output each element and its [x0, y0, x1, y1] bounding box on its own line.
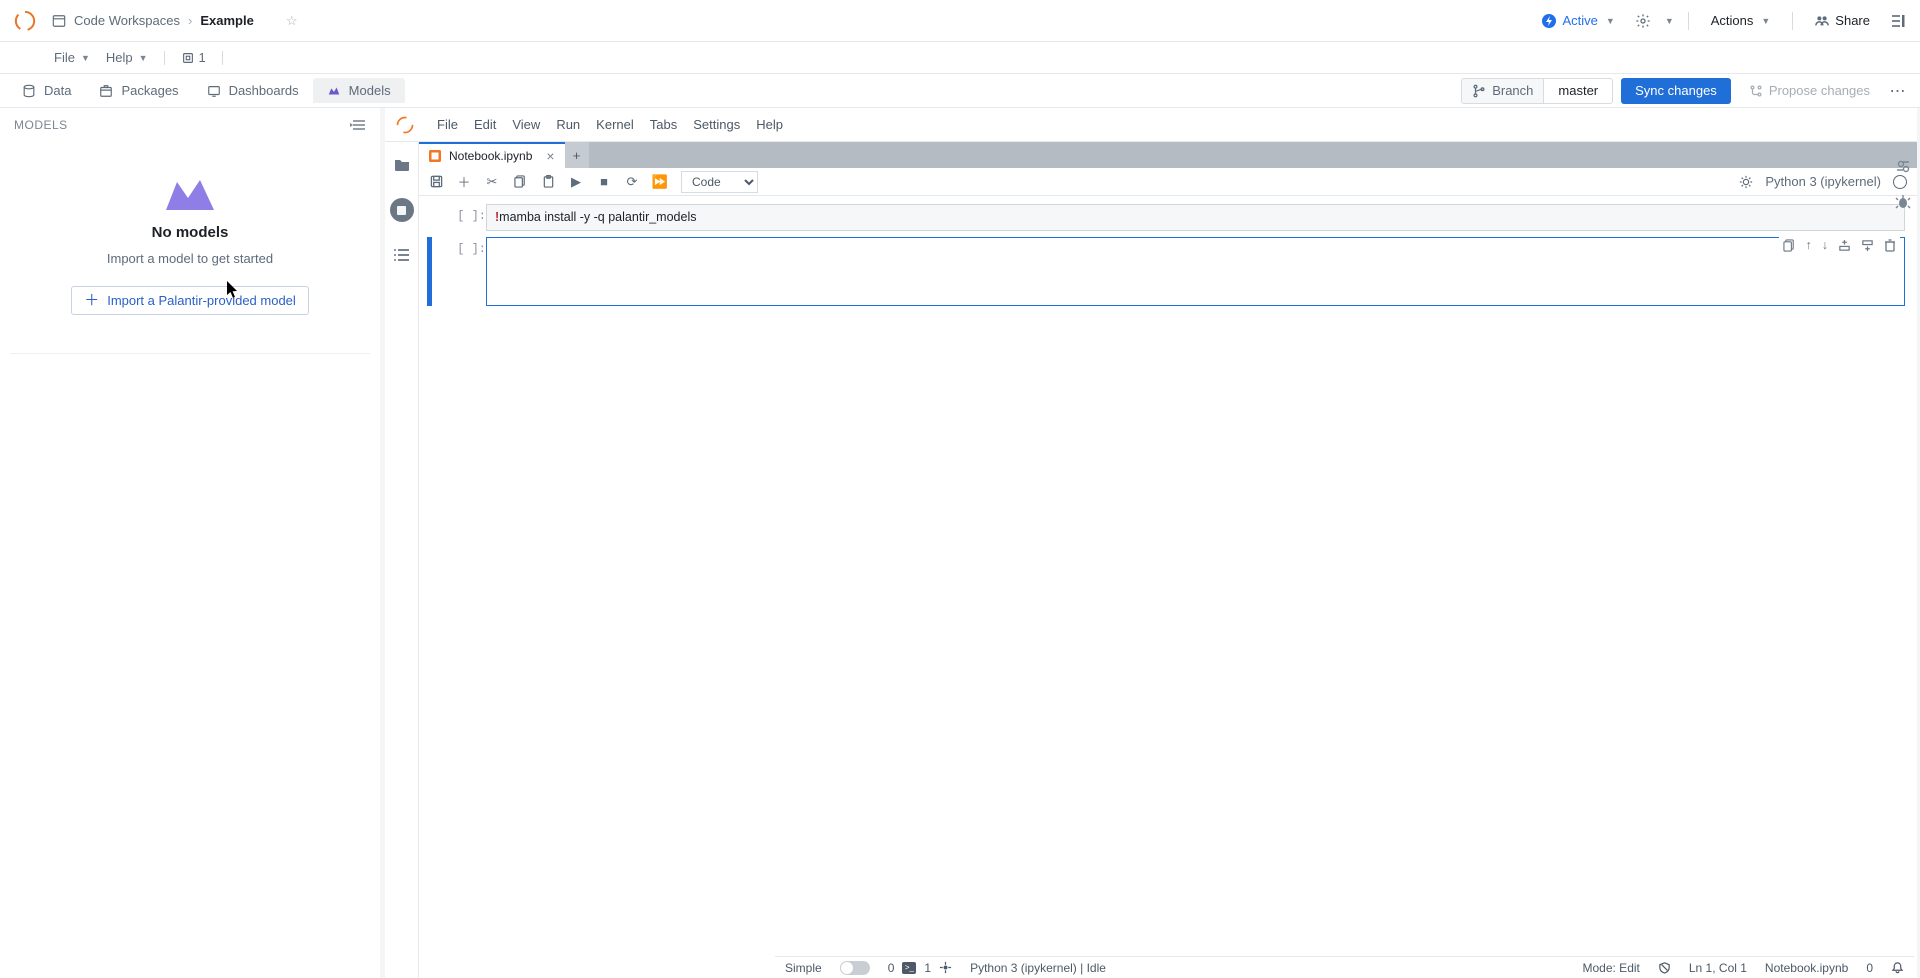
import-model-button[interactable]: ＋ Import a Palantir-provided model: [71, 286, 309, 315]
chip-icon: [181, 51, 195, 65]
move-down-icon[interactable]: ↓: [1822, 238, 1828, 252]
status-active[interactable]: Active▼: [1534, 9, 1622, 32]
branch-icon: [1472, 84, 1486, 98]
restart-icon[interactable]: ⟳: [625, 175, 639, 189]
collapse-panel-icon[interactable]: [350, 118, 366, 132]
copy-icon[interactable]: [513, 175, 527, 189]
simple-toggle[interactable]: [840, 961, 870, 975]
package-icon: [99, 84, 113, 98]
code-cell[interactable]: [ ]: !mamba install -y -q palantir_model…: [427, 204, 1905, 231]
move-up-icon[interactable]: ↑: [1806, 238, 1812, 252]
cell-code[interactable]: ↑ ↓: [486, 237, 1905, 306]
stop-icon[interactable]: ■: [597, 175, 611, 189]
workspace-icon: [52, 14, 66, 28]
bell-icon[interactable]: [1891, 961, 1904, 974]
database-icon: [22, 84, 36, 98]
cell-type-select[interactable]: Code: [681, 171, 758, 193]
run-all-icon[interactable]: ⏩: [653, 175, 667, 189]
mode-text: Mode: Edit: [1583, 961, 1640, 975]
cell-code[interactable]: !mamba install -y -q palantir_models: [486, 204, 1905, 231]
debugger-icon[interactable]: [1895, 194, 1911, 210]
one-count: 1: [924, 961, 931, 975]
duplicate-cell-icon[interactable]: [1783, 238, 1796, 252]
model-empty-icon: [162, 170, 218, 214]
more-menu-icon[interactable]: ⋯: [1888, 81, 1908, 101]
propose-changes-button: Propose changes: [1739, 77, 1880, 104]
add-tab-button[interactable]: +: [565, 142, 589, 168]
jupyter-menu-view[interactable]: View: [512, 117, 540, 132]
chevron-right-icon: ›: [188, 13, 192, 28]
metadata-toggle-icon[interactable]: [1739, 175, 1753, 189]
jupyter-menu-settings[interactable]: Settings: [693, 117, 740, 132]
dashboard-icon: [207, 84, 221, 98]
branch-value: master: [1544, 83, 1612, 98]
run-icon[interactable]: ▶: [569, 175, 583, 189]
jupyter-menu-help[interactable]: Help: [756, 117, 783, 132]
plus-icon: ＋: [84, 293, 99, 308]
star-icon[interactable]: ☆: [286, 13, 298, 29]
compute-indicator[interactable]: 1: [181, 50, 206, 65]
zero2-count: 0: [1866, 961, 1873, 975]
app-logo[interactable]: [12, 8, 38, 34]
paste-icon[interactable]: [541, 175, 555, 189]
cut-icon[interactable]: ✂: [485, 175, 499, 189]
propose-icon: [1749, 84, 1763, 98]
toc-icon[interactable]: [393, 246, 411, 264]
notebook-tab-label: Notebook.ipynb: [449, 149, 532, 163]
focus-icon[interactable]: [939, 961, 952, 974]
settings-gear-icon[interactable]: [1633, 11, 1653, 31]
jupyter-menu-file[interactable]: File: [437, 117, 458, 132]
terminal-icon[interactable]: >_: [902, 962, 916, 974]
panel-toggle-icon[interactable]: [1888, 11, 1908, 31]
notebook-tab[interactable]: Notebook.ipynb ×: [419, 142, 565, 168]
people-icon: [1815, 14, 1829, 28]
help-menu[interactable]: Help▼: [106, 50, 148, 65]
insert-below-icon[interactable]: [1861, 238, 1874, 252]
kernel-status-text: Python 3 (ipykernel) | Idle: [970, 961, 1106, 975]
tab-packages[interactable]: Packages: [85, 74, 192, 107]
tab-models[interactable]: Models: [313, 78, 405, 103]
code-cell[interactable]: [ ]: ↑ ↓: [427, 237, 1905, 306]
breadcrumb-root[interactable]: Code Workspaces: [74, 13, 180, 28]
jupyter-menu-edit[interactable]: Edit: [474, 117, 496, 132]
close-tab-icon[interactable]: ×: [546, 148, 554, 164]
jupyter-menu-kernel[interactable]: Kernel: [596, 117, 634, 132]
sync-changes-button[interactable]: Sync changes: [1621, 78, 1731, 104]
simple-label: Simple: [785, 961, 822, 975]
actions-menu[interactable]: Actions▼: [1703, 9, 1779, 32]
file-browser-icon[interactable]: [393, 156, 411, 174]
jupyter-menu-tabs[interactable]: Tabs: [650, 117, 677, 132]
notebook-icon: [429, 150, 441, 162]
jupyter-menu-run[interactable]: Run: [556, 117, 580, 132]
breadcrumb-current[interactable]: Example: [200, 13, 253, 28]
running-icon[interactable]: [390, 198, 414, 222]
lncol-text: Ln 1, Col 1: [1689, 961, 1747, 975]
add-cell-icon[interactable]: ＋: [457, 175, 471, 189]
protection-icon[interactable]: [1658, 961, 1671, 974]
share-button[interactable]: Share: [1807, 9, 1878, 32]
file-name-text: Notebook.ipynb: [1765, 961, 1848, 975]
cell-prompt: [ ]:: [442, 237, 486, 256]
tab-data[interactable]: Data: [8, 74, 85, 107]
zero-count: 0: [888, 961, 895, 975]
left-section-title: MODELS: [14, 118, 68, 132]
empty-title: No models: [152, 224, 229, 241]
tab-dashboards[interactable]: Dashboards: [193, 74, 313, 107]
lightning-icon: [1542, 14, 1556, 28]
save-icon[interactable]: [429, 175, 443, 189]
jupyter-logo: [393, 113, 417, 137]
branch-selector[interactable]: Branch master: [1461, 78, 1613, 104]
empty-subtitle: Import a model to get started: [107, 251, 273, 266]
file-menu[interactable]: File▼: [54, 50, 90, 65]
insert-above-icon[interactable]: [1838, 238, 1851, 252]
property-inspector-icon[interactable]: [1895, 158, 1911, 174]
kernel-name[interactable]: Python 3 (ipykernel): [1765, 174, 1881, 189]
model-icon: [327, 84, 341, 98]
cell-prompt: [ ]:: [442, 204, 486, 223]
